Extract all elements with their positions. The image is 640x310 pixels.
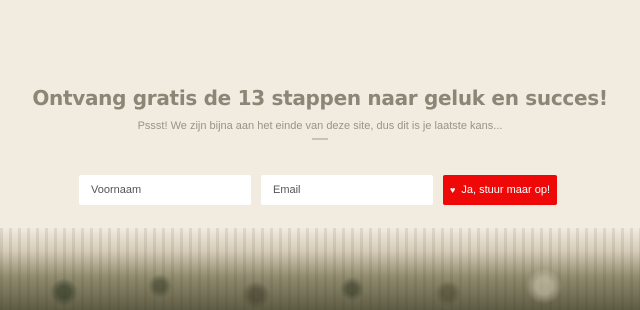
- email-input[interactable]: [261, 175, 433, 205]
- submit-button[interactable]: ♥ Ja, stuur maar op!: [443, 175, 557, 205]
- headline: Ontvang gratis de 13 stappen naar geluk …: [32, 86, 608, 110]
- heart-icon: ♥: [450, 184, 456, 195]
- subtitle: Pssst! We zijn bijna aan het einde van d…: [137, 120, 503, 132]
- foliage-decoration: [0, 250, 640, 310]
- first-name-input[interactable]: [79, 175, 251, 205]
- background-photo: [0, 228, 640, 310]
- divider: [312, 138, 328, 140]
- submit-label: Ja, stuur maar op!: [461, 184, 550, 196]
